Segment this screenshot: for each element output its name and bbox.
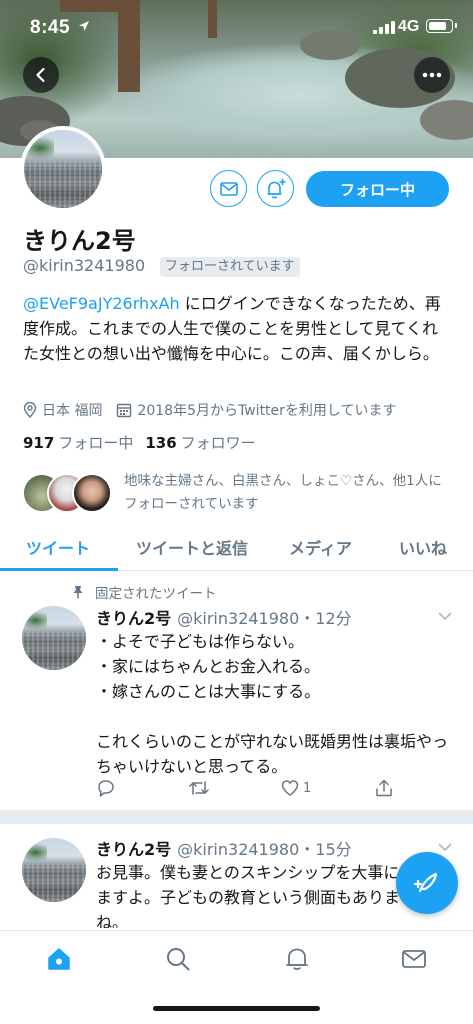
share-icon (376, 779, 392, 797)
map-pin-icon (23, 402, 37, 418)
reply-icon (98, 780, 114, 797)
compose-feather-icon (413, 872, 438, 893)
followers-label: フォロワー (180, 434, 256, 452)
tweet-avatar[interactable] (22, 606, 86, 670)
envelope-icon (402, 950, 426, 968)
compose-tweet-button[interactable] (396, 852, 458, 914)
following-label: フォロー中 (58, 434, 134, 452)
nav-search[interactable] (164, 945, 192, 973)
following-button[interactable]: フォロー中 (306, 171, 449, 207)
tweet-handle-time: @kirin3241980・12分 (177, 609, 352, 628)
tab-tweets-replies[interactable]: ツイートと返信 (136, 535, 248, 559)
signal-icon (373, 21, 395, 34)
nav-home[interactable] (45, 945, 73, 973)
pinned-tweet-label: 固定されたツイート (71, 582, 217, 602)
tab-likes[interactable]: いいね (399, 535, 447, 559)
pin-icon (73, 586, 83, 599)
tab-tweets[interactable]: ツイート (26, 535, 90, 559)
followed-by-avatars[interactable] (22, 473, 112, 515)
home-icon (48, 948, 70, 970)
message-button[interactable] (210, 170, 247, 207)
retweet-button[interactable] (188, 778, 210, 798)
like-count: 1 (303, 780, 312, 796)
profile-avatar[interactable] (20, 126, 106, 212)
retweet-icon (189, 781, 209, 795)
active-tab-indicator (0, 568, 118, 571)
follow-stats: 917 フォロー中 136 フォロワー (23, 432, 256, 453)
chevron-down-icon[interactable] (437, 611, 453, 621)
home-indicator[interactable] (153, 1006, 320, 1011)
tweet-header: きりん2号 @kirin3241980・15分 (96, 836, 352, 860)
profile-joined: 2018年5月からTwitterを利用しています (137, 403, 397, 419)
chevron-left-icon (36, 67, 45, 83)
followed-by-text[interactable]: 地味な主婦さん、白黒さん、しょこ♡さん、他1人にフォローされています (124, 470, 454, 516)
following-link[interactable]: 917 フォロー中 (23, 432, 133, 453)
follows-you-badge: フォローされています (160, 257, 300, 277)
follower-avatar (72, 473, 112, 513)
network-type: 4G (398, 18, 420, 35)
tweet-separator (0, 810, 473, 824)
search-icon (167, 948, 190, 971)
bio-mention-link[interactable]: @EVeF9aJY26rhxAh (23, 294, 180, 313)
bell-icon (286, 948, 308, 970)
more-button[interactable] (414, 57, 450, 93)
chevron-down-icon[interactable] (437, 842, 453, 852)
bell-plus-icon (267, 178, 285, 198)
tab-media[interactable]: メディア (289, 535, 352, 559)
battery-icon (426, 19, 457, 33)
profile-meta: 日本 福岡 2018年5月からTwitterを利用しています (23, 399, 397, 421)
nav-notifications[interactable] (283, 945, 311, 973)
status-bar: 8:45 4G (0, 0, 473, 50)
pinned-text: 固定されたツイート (95, 586, 217, 602)
more-horizontal-icon (422, 72, 442, 78)
notifications-button[interactable] (257, 170, 294, 207)
nav-messages[interactable] (400, 945, 428, 973)
profile-tabs: ツイート ツイートと返信 メディア いいね (0, 527, 473, 571)
envelope-icon (219, 181, 238, 196)
tweet-author-name[interactable]: きりん2号 (96, 609, 171, 628)
profile-bio: @EVeF9aJY26rhxAh にログインできなくなったため、再度作成。これま… (23, 291, 453, 366)
display-name: きりん2号 (23, 227, 136, 255)
heart-icon (281, 780, 299, 796)
followers-link[interactable]: 136 フォロワー (145, 432, 255, 453)
tweet-text: お見事。僕も妻とのスキンシップを大事にしていますよ。子どもの教育という側面もあり… (96, 863, 447, 928)
profile-location: 日本 福岡 (42, 403, 103, 419)
tweet-author-name[interactable]: きりん2号 (96, 840, 171, 859)
tweet-header: きりん2号 @kirin3241980・12分 (96, 605, 352, 629)
tweet-avatar[interactable] (22, 838, 86, 902)
reply-button[interactable] (96, 778, 116, 798)
like-button[interactable]: 1 (280, 778, 311, 798)
calendar-icon (117, 403, 132, 418)
tweet-handle-time: @kirin3241980・15分 (177, 840, 352, 859)
tweet-actions: 1 (96, 778, 416, 802)
location-arrow-icon (79, 21, 89, 31)
back-button[interactable] (23, 57, 59, 93)
share-button[interactable] (374, 778, 394, 798)
followers-count: 136 (145, 434, 177, 452)
tweet-text: ・よそで子どもは作らない。 ・家にはちゃんとお金入れる。 ・嫁さんのことは大事に… (96, 632, 449, 776)
following-count: 917 (23, 434, 55, 452)
profile-handle: @kirin3241980 (23, 256, 146, 275)
status-time: 8:45 (30, 17, 71, 38)
